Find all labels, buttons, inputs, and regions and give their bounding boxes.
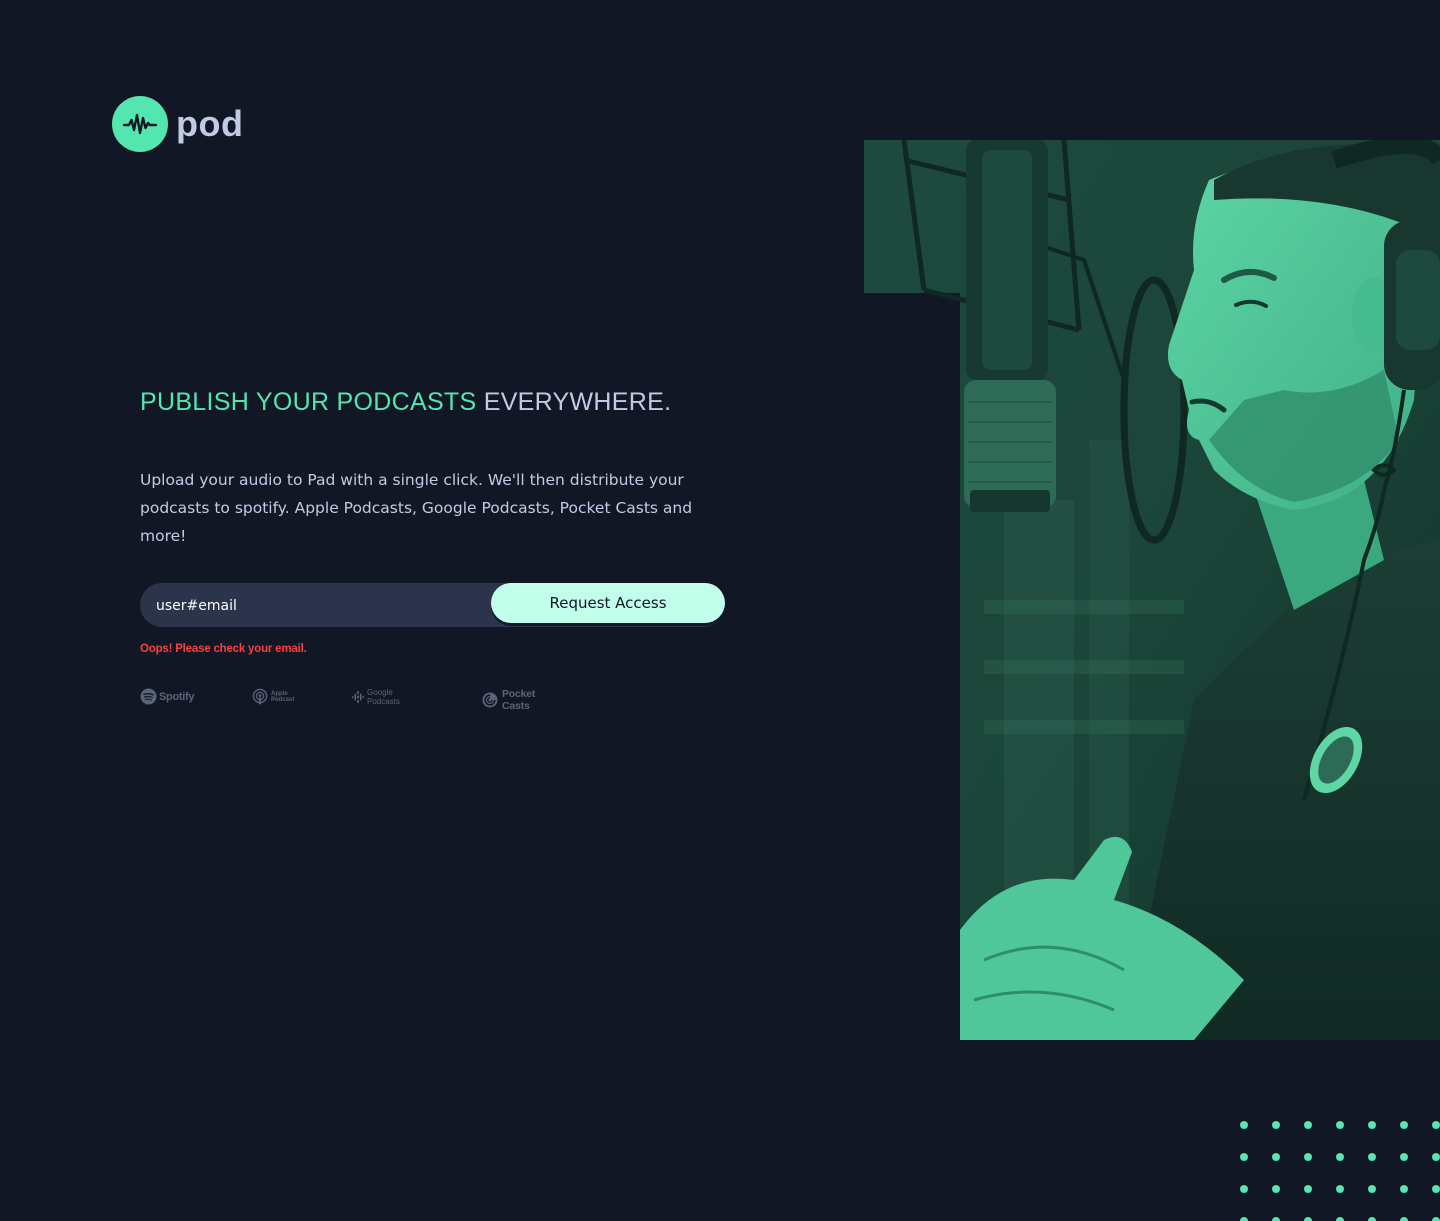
platform-apple-podcasts: Apple Podcast [252,688,301,706]
platform-pocket-casts: Pocket Casts [482,688,535,712]
spotify-icon [140,688,157,705]
email-error-message: Oops! Please check your email. [140,643,307,655]
google-podcasts-icon [352,691,364,703]
decoration-dot [1272,1121,1280,1129]
decoration-dot [1304,1185,1312,1193]
decoration-dot [1272,1153,1280,1161]
page-headline: PUBLISH YOUR PODCASTS EVERYWHERE. [140,388,671,417]
decoration-dot [1240,1185,1248,1193]
decoration-dot [1400,1217,1408,1221]
decoration-dot [1272,1217,1280,1221]
decoration-dot [1336,1153,1344,1161]
decoration-dot [1368,1185,1376,1193]
decoration-dot [1240,1121,1248,1129]
platform-label: Spotify [159,690,195,703]
pocket-casts-icon [482,692,498,708]
platform-label: Google Podcasts [367,688,400,706]
dot-pattern-decoration [1239,1120,1440,1221]
soundwave-icon [112,96,168,152]
decoration-dot [1432,1217,1440,1221]
headline-plain: EVERYWHERE. [483,388,672,416]
hero-description: Upload your audio to Pad with a single c… [140,471,693,545]
brand-logo[interactable]: pod [112,96,243,152]
decoration-dot [1240,1153,1248,1161]
decoration-dot [1400,1185,1408,1193]
platform-label: Pocket Casts [502,688,536,712]
platform-google-podcasts: Google Podcasts [352,688,400,706]
decoration-dot [1304,1153,1312,1161]
decoration-dot [1240,1217,1248,1221]
platform-spotify: Spotify [140,688,194,705]
email-input[interactable] [140,583,480,627]
decoration-dot [1336,1121,1344,1129]
decoration-dot [1304,1217,1312,1221]
decoration-dot [1368,1121,1376,1129]
request-access-button[interactable]: Request Access [491,583,725,623]
decoration-dot [1368,1153,1376,1161]
decoration-dot [1336,1185,1344,1193]
brand-name: pod [176,103,244,144]
request-access-form: Request Access [140,583,725,627]
headline-accent: PUBLISH YOUR PODCASTS [140,388,477,416]
decoration-dot [1304,1121,1312,1129]
hero-image-podcaster [864,140,1440,1040]
decoration-dot [1400,1121,1408,1129]
decoration-dot [1272,1185,1280,1193]
decoration-dot [1432,1153,1440,1161]
apple-podcasts-icon [252,688,268,706]
decoration-dot [1336,1217,1344,1221]
decoration-dot [1432,1185,1440,1193]
decoration-dot [1432,1121,1440,1129]
decoration-dot [1368,1217,1376,1221]
decoration-dot [1400,1153,1408,1161]
platform-label: Apple Podcast [271,691,295,703]
